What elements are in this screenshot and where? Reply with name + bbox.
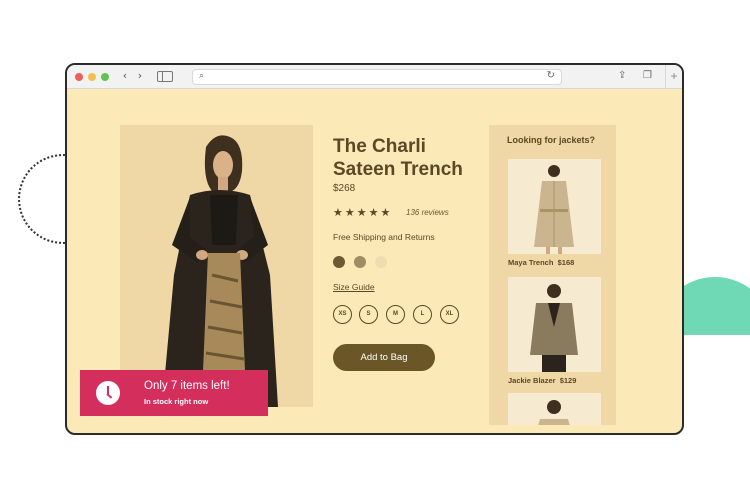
size-option-xl[interactable]: XL <box>440 305 459 324</box>
search-icon: ⌕ <box>199 70 205 80</box>
reviews-count[interactable]: 136 reviews <box>406 208 449 217</box>
recommendation-image[interactable] <box>508 277 601 372</box>
size-option-xs[interactable]: XS <box>333 305 352 324</box>
stock-headline: Only 7 items left! <box>144 380 230 392</box>
recommendation-price: $129 <box>559 376 577 385</box>
recommendation-name: Jackie Blazer <box>508 376 556 385</box>
recommendation-caption[interactable]: Maya Trench $168 <box>508 258 574 267</box>
share-icon[interactable]: ⇪ <box>618 70 626 81</box>
size-option-s[interactable]: S <box>359 305 378 324</box>
recommendation-name: Maya Trench <box>508 258 554 267</box>
low-stock-banner: Only 7 items left! In stock right now <box>80 370 268 416</box>
size-guide-link[interactable]: Size Guide <box>333 282 375 292</box>
color-swatch[interactable] <box>354 256 366 268</box>
product-price: $268 <box>333 183 356 194</box>
recommendations-heading: Looking for jackets? <box>507 135 596 145</box>
shipping-info: Free Shipping and Returns <box>333 232 435 242</box>
add-to-bag-button[interactable]: Add to Bag <box>333 344 435 371</box>
recommendation-price: $168 <box>557 258 575 267</box>
clock-icon <box>96 381 120 405</box>
maximize-window-button[interactable] <box>101 73 109 81</box>
recommendation-image[interactable] <box>508 393 601 425</box>
reload-icon[interactable]: ↻ <box>547 70 555 81</box>
recommendation-caption[interactable]: Jackie Blazer $129 <box>508 376 576 385</box>
rating-stars: ★★★★★ <box>333 206 393 219</box>
back-icon[interactable]: ‹ <box>119 70 131 82</box>
color-swatch[interactable] <box>375 256 387 268</box>
recommendation-image[interactable] <box>508 159 601 254</box>
sidebar-toggle-icon[interactable] <box>157 71 173 82</box>
color-swatch[interactable] <box>333 256 345 268</box>
new-tab-icon[interactable]: + <box>665 65 682 88</box>
tabs-icon[interactable]: ❐ <box>643 70 652 81</box>
forward-icon[interactable]: › <box>134 70 146 82</box>
product-title: The Charli Sateen Trench <box>333 136 463 180</box>
product-photo <box>120 125 313 407</box>
recommendations-panel: Looking for jackets? Maya Trench $168 Ja… <box>489 125 616 425</box>
minimize-window-button[interactable] <box>88 73 96 81</box>
close-window-button[interactable] <box>75 73 83 81</box>
size-option-m[interactable]: M <box>386 305 405 324</box>
stock-subtext: In stock right now <box>144 397 209 406</box>
address-bar[interactable]: ⌕ ↻ <box>192 69 562 85</box>
model-image <box>120 125 313 407</box>
size-option-l[interactable]: L <box>413 305 432 324</box>
browser-toolbar: ‹ › ⌕ ↻ ⇪ ❐ + <box>67 65 682 89</box>
